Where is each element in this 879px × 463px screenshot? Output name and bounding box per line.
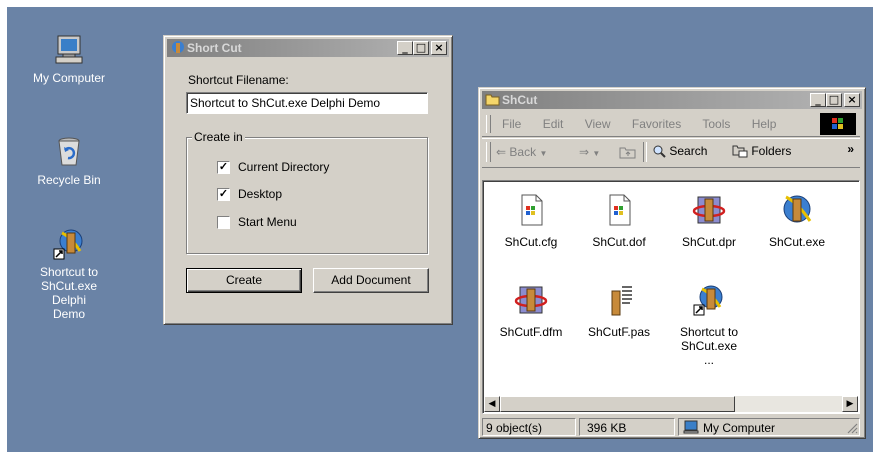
menu-file[interactable]: File <box>502 117 521 131</box>
filename-label: Shortcut Filename: <box>188 73 289 87</box>
explorer-title: ShCut <box>502 93 538 107</box>
my-computer-icon <box>52 33 86 67</box>
scroll-left-button[interactable]: ◀ <box>484 396 500 412</box>
create-in-group-label: Create in <box>192 130 245 144</box>
back-label: Back <box>509 145 537 159</box>
folder-icon <box>485 92 500 107</box>
status-objects: 9 object(s) <box>482 418 576 436</box>
create-button[interactable]: Create <box>186 268 302 293</box>
file-name: ShCut.exe <box>768 235 826 249</box>
file-item[interactable]: ShCut.dof <box>579 193 659 249</box>
up-folder-icon <box>619 147 636 159</box>
maximize-button[interactable]: □ <box>826 93 842 107</box>
status-bar: 9 object(s) 396 KB My Computer <box>482 418 860 436</box>
delphi-project-icon <box>692 193 726 227</box>
file-item[interactable]: ShCut.exe <box>757 193 837 249</box>
folders-icon <box>732 144 748 158</box>
start-menu-checkbox[interactable] <box>217 216 230 229</box>
status-size: 396 KB <box>579 418 675 436</box>
desktop-icon-delphi-shortcut[interactable]: Shortcut to ShCut.exe Delphi Demo <box>27 227 111 321</box>
maximize-button[interactable]: □ <box>413 41 429 55</box>
up-folder-button[interactable] <box>619 144 637 160</box>
resize-grip-icon[interactable] <box>846 422 858 434</box>
config-file-icon <box>602 193 636 227</box>
file-item[interactable]: Shortcut to ShCut.exe ... <box>669 283 749 367</box>
search-icon <box>652 144 666 158</box>
menu-favorites[interactable]: Favorites <box>632 117 681 131</box>
scroll-right-button[interactable]: ▶ <box>842 396 858 412</box>
explorer-window: ShCut _ □ × File Edit View Favorites Too… <box>478 87 866 439</box>
dialog-title: Short Cut <box>187 41 242 55</box>
scroll-thumb[interactable] <box>500 396 735 412</box>
file-item[interactable]: ShCut.dpr <box>669 193 749 249</box>
delphi-app-icon <box>780 193 814 227</box>
forward-arrow-icon: ⇒ <box>579 145 590 159</box>
explorer-titlebar[interactable]: ShCut _ □ × <box>482 91 862 109</box>
minimize-button[interactable]: _ <box>397 41 413 55</box>
folders-label: Folders <box>751 144 792 158</box>
menu-help[interactable]: Help <box>752 117 777 131</box>
desktop-icon-label: Shortcut to ShCut.exe Delphi Demo <box>39 265 99 321</box>
shortcut-dialog: Short Cut _ □ × Shortcut Filename: Short… <box>163 35 453 325</box>
back-button[interactable]: ⇐ Back ▼ <box>496 145 547 159</box>
my-computer-icon <box>683 420 699 434</box>
recycle-bin-icon <box>52 135 86 169</box>
forward-button[interactable]: ⇒ ▼ <box>579 145 600 159</box>
file-item[interactable]: ShCut.cfg <box>491 193 571 249</box>
file-name: ShCutF.dfm <box>499 325 563 339</box>
menu-view[interactable]: View <box>585 117 611 131</box>
pascal-unit-icon <box>602 283 636 317</box>
toolbar-chevron[interactable]: » <box>847 142 854 156</box>
desktop-icon-label: My Computer <box>32 71 106 85</box>
file-item[interactable]: ShCutF.dfm <box>491 283 571 339</box>
chevron-down-icon: ▼ <box>592 149 601 158</box>
horizontal-scrollbar[interactable]: ◀ ▶ <box>484 396 858 412</box>
file-item[interactable]: ShCutF.pas <box>579 283 659 339</box>
file-name: ShCut.cfg <box>504 235 558 249</box>
chevron-down-icon: ▼ <box>539 149 548 158</box>
menu-edit[interactable]: Edit <box>543 117 564 131</box>
delphi-form-icon <box>514 283 548 317</box>
delphi-app-icon <box>170 40 185 55</box>
current-directory-label[interactable]: Current Directory <box>238 160 329 174</box>
minimize-button[interactable]: _ <box>810 93 826 107</box>
delphi-shortcut-icon <box>692 283 726 317</box>
current-directory-checkbox[interactable]: ✓ <box>217 161 230 174</box>
search-button[interactable]: Search <box>652 144 707 158</box>
desktop-icon-my-computer[interactable]: My Computer <box>27 33 111 85</box>
windows-logo-icon <box>820 113 856 135</box>
folders-button[interactable]: Folders <box>732 144 791 158</box>
menu-tools[interactable]: Tools <box>702 117 730 131</box>
desktop-icon-recycle-bin[interactable]: Recycle Bin <box>27 135 111 187</box>
config-file-icon <box>514 193 548 227</box>
close-button[interactable]: × <box>431 41 447 55</box>
desktop-checkbox[interactable]: ✓ <box>217 188 230 201</box>
close-button[interactable]: × <box>844 93 860 107</box>
desktop-icon-label: Recycle Bin <box>37 173 101 187</box>
filename-input[interactable]: Shortcut to ShCut.exe Delphi Demo <box>186 92 428 114</box>
toolbar: ⇐ Back ▼ ⇒ ▼ Search Folders » <box>482 138 860 168</box>
file-name: ShCutF.pas <box>587 325 651 339</box>
desktop-label[interactable]: Desktop <box>238 187 282 201</box>
search-label: Search <box>669 144 708 158</box>
filename-value: Shortcut to ShCut.exe Delphi Demo <box>190 96 381 110</box>
status-zone: My Computer <box>678 418 860 436</box>
delphi-shortcut-icon <box>52 227 86 261</box>
dialog-titlebar[interactable]: Short Cut _ □ × <box>167 39 449 57</box>
add-document-button[interactable]: Add Document <box>313 268 429 293</box>
file-name: Shortcut to ShCut.exe ... <box>679 325 739 367</box>
back-arrow-icon: ⇐ <box>496 145 507 159</box>
start-menu-label[interactable]: Start Menu <box>238 215 297 229</box>
menu-bar: File Edit View Favorites Tools Help <box>482 112 860 137</box>
file-name: ShCut.dof <box>592 235 646 249</box>
file-view: ShCut.cfg ShCut.dof ShCut.dpr ShCut.exe … <box>482 180 860 414</box>
file-name: ShCut.dpr <box>681 235 737 249</box>
desktop: My Computer Recycle Bin Shortcut to ShCu… <box>7 7 873 452</box>
